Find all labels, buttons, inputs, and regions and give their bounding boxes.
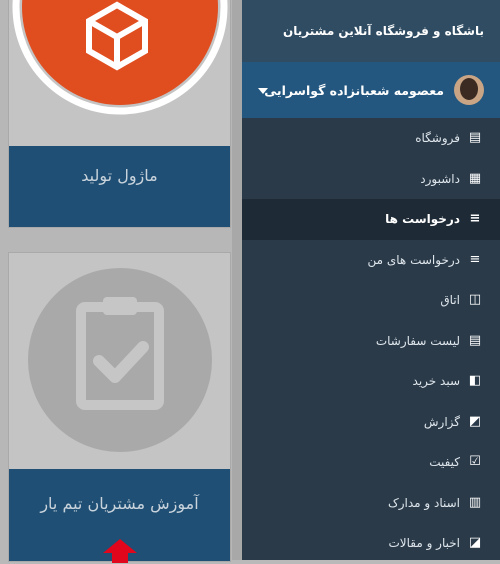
module-card-production[interactable]: ماژول تولید [8, 0, 231, 228]
sidebar-item-room[interactable]: ◫ اتاق [242, 280, 500, 321]
arrow-up-icon [103, 539, 137, 563]
clipboard-list-icon: ▤ [468, 332, 482, 348]
sidebar-item-label: درخواست ها [385, 212, 460, 227]
clipboard-check-icon [28, 268, 212, 452]
grid-icon: ▦ [468, 170, 482, 186]
sidebar-item-shop[interactable]: ▤ فروشگاه [242, 118, 500, 159]
chart-icon: ◩ [468, 413, 482, 429]
sidebar-item-label: درخواست های من [367, 252, 461, 267]
chat-icon: ◫ [468, 292, 482, 308]
sidebar: باشگاه و فروشگاه آنلاین مشتریان معصومه ش… [242, 0, 500, 560]
chevron-down-icon[interactable] [258, 88, 268, 94]
scrollbar[interactable] [232, 0, 242, 560]
brand-title: باشگاه و فروشگاه آنلاین مشتریان [242, 0, 500, 62]
list-icon: ≡ [469, 211, 481, 227]
sidebar-item-label: کیفیت [429, 455, 460, 470]
user-menu[interactable]: معصومه شعبانزاده گواسرایی [242, 62, 500, 118]
module-caption: ماژول تولید [9, 146, 230, 227]
sidebar-item-label: اسناد و مدارک [387, 495, 460, 510]
sidebar-item-label: لیست سفارشات [375, 333, 460, 348]
modules-panel: ماژول تولید آموزش مشتریان تیم یار [0, 0, 242, 563]
sidebar-item-report[interactable]: ◩ گزارش [242, 402, 500, 443]
sidebar-item-dashboard[interactable]: ▦ داشبورد [242, 159, 500, 200]
sidebar-item-orders[interactable]: ▤ لیست سفارشات [242, 321, 500, 362]
sidebar-item-cart[interactable]: ◧ سبد خرید [242, 361, 500, 402]
avatar [454, 75, 484, 105]
check-icon: ☑ [469, 454, 481, 470]
sidebar-item-documents[interactable]: ▥ اسناد و مدارک [242, 483, 500, 524]
sidebar-item-label: داشبورد [420, 171, 460, 186]
sidebar-item-requests[interactable]: ≡ درخواست ها [242, 199, 500, 240]
module-card-training[interactable]: آموزش مشتریان تیم یار [8, 252, 231, 563]
sidebar-item-label: فروشگاه [415, 131, 460, 146]
document-icon: ▥ [468, 494, 482, 510]
nav-menu: ▤ فروشگاه ▦ داشبورد ≡ درخواست ها ≡ درخواست ه… [242, 118, 500, 564]
sidebar-item-label: اخبار و مقالات [388, 536, 460, 551]
user-name: معصومه شعبانزاده گواسرایی [264, 82, 444, 98]
sidebar-item-my-requests[interactable]: ≡ درخواست های من [242, 240, 500, 281]
clipboard-list-icon: ▤ [468, 130, 482, 146]
sidebar-item-label: سبد خرید [412, 374, 460, 389]
box-icon [12, 0, 228, 115]
sidebar-item-label: گزارش [423, 414, 460, 429]
sidebar-item-quality[interactable]: ☑ کیفیت [242, 442, 500, 483]
cart-icon: ◧ [468, 373, 482, 389]
sidebar-item-news[interactable]: ◪ اخبار و مقالات [242, 523, 500, 564]
list-icon: ≡ [469, 251, 481, 267]
megaphone-icon: ◪ [468, 535, 482, 551]
sidebar-item-label: اتاق [440, 293, 460, 308]
